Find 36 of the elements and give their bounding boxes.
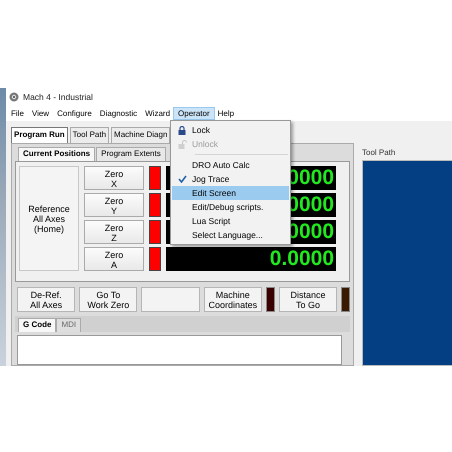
zero-button[interactable]: Zero X [84, 166, 144, 190]
menu-item[interactable]: Lock [172, 123, 289, 137]
menu-item[interactable]: View [28, 108, 54, 119]
reference-button[interactable]: Reference All Axes (Home) [19, 166, 79, 271]
panel-button[interactable]: Machine Coordinates [204, 287, 262, 312]
zero-button[interactable]: Zero Y [84, 193, 144, 217]
menu-item[interactable]: Diagnostic [96, 108, 142, 119]
panel-button[interactable]: De-Ref. All Axes [17, 287, 76, 312]
menu-item[interactable]: File [7, 108, 28, 119]
tab[interactable]: G Code [18, 318, 56, 332]
tab[interactable]: MDI [56, 318, 82, 332]
blank-button[interactable] [141, 287, 200, 312]
tab[interactable]: Program Extents [96, 147, 166, 161]
dro-display: 0.0000 [166, 247, 336, 271]
menu-item[interactable]: Jog Trace [172, 172, 289, 186]
panel-button[interactable]: Go To Work Zero [79, 287, 138, 312]
zero-button[interactable]: Zero A [84, 247, 144, 271]
gcode-area[interactable] [17, 335, 342, 365]
menu-item[interactable]: Edit/Debug scripts. [172, 200, 289, 214]
zero-button[interactable]: Zero Z [84, 220, 144, 244]
menu-item[interactable]: Select Language... [172, 228, 289, 242]
tab[interactable]: Program Run [11, 127, 68, 143]
menu-item[interactable]: Edit Screen [172, 186, 289, 200]
menu-item[interactable]: Configure [53, 108, 96, 119]
checkmark-icon [178, 175, 186, 183]
window-title: Mach 4 - Industrial [23, 92, 93, 102]
padlock-icon [178, 126, 186, 134]
menu-item[interactable]: Help [214, 108, 238, 119]
group-label: Tool Path [361, 148, 396, 159]
open-padlock-icon [178, 140, 186, 148]
tab[interactable]: Machine Diagn [111, 127, 170, 143]
menu-item[interactable]: Operator [174, 108, 214, 119]
tab[interactable]: Current Positions [18, 147, 96, 161]
panel-button[interactable]: Distance To Go [278, 287, 338, 312]
menu-item[interactable]: Wizard [141, 108, 174, 119]
tab[interactable]: Tool Path [70, 127, 110, 143]
